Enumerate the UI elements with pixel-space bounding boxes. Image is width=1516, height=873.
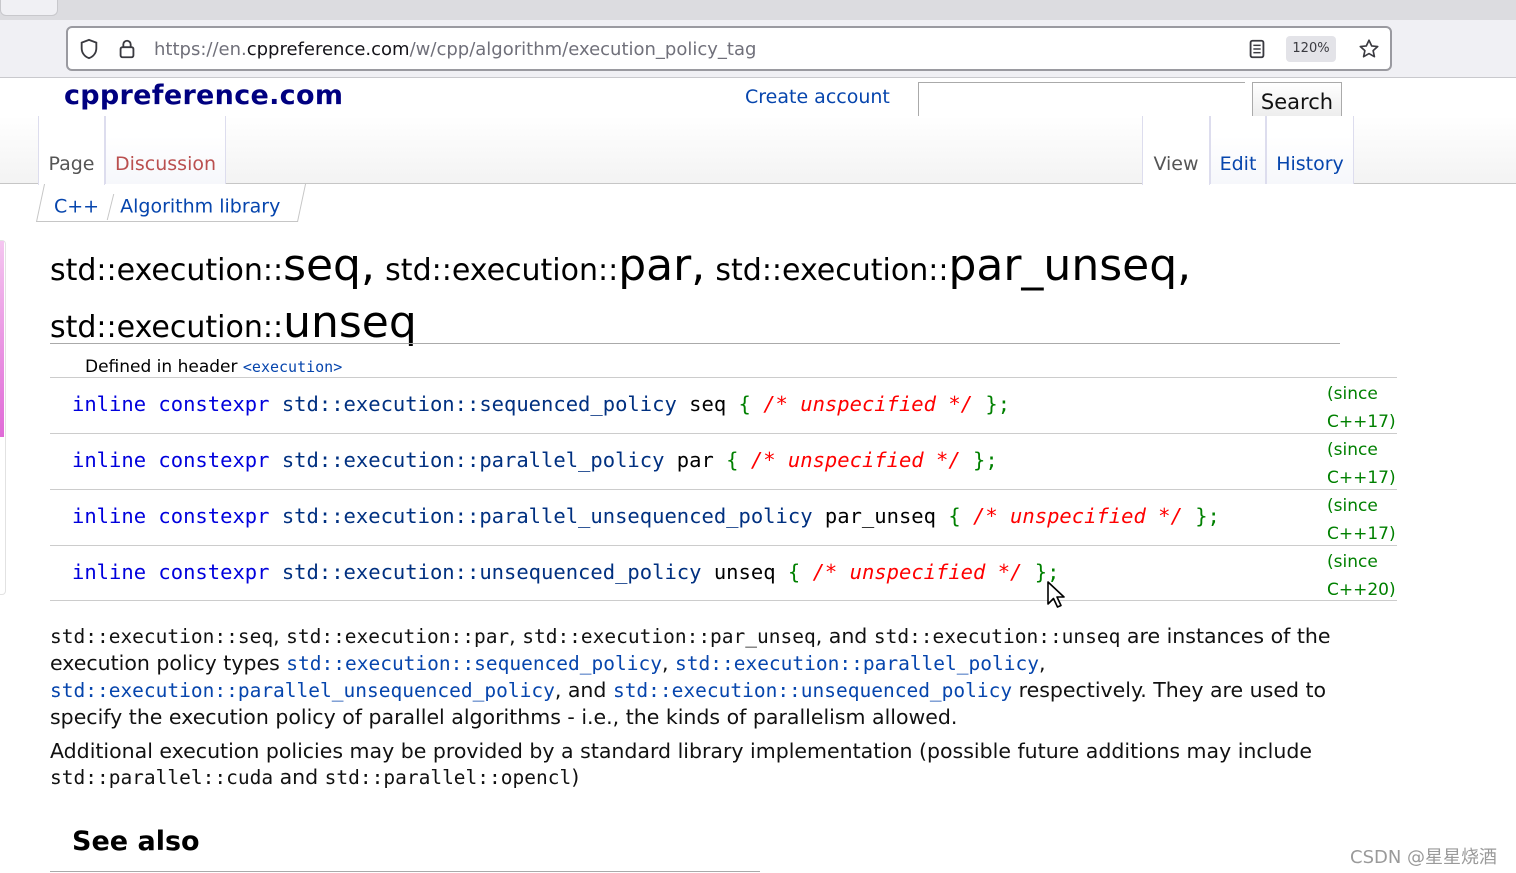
left-edge-strip	[0, 240, 6, 595]
breadcrumb-cpp[interactable]: C++	[54, 196, 99, 218]
site-logo[interactable]: cppreference.com	[64, 80, 343, 111]
additional-policies-paragraph: Additional execution policies may be pro…	[50, 739, 1312, 789]
since-marker: (since C++17)	[1327, 440, 1396, 488]
type-link[interactable]: std::execution::sequenced_policy	[282, 392, 677, 416]
breadcrumb: C++ Algorithm library	[54, 194, 280, 220]
browser-tab[interactable]	[0, 0, 58, 16]
url-text[interactable]: https://en.cppreference.com/w/cpp/algori…	[154, 39, 756, 60]
title-comma: ,	[691, 240, 706, 291]
breadcrumb-algorithm-library[interactable]: Algorithm library	[120, 196, 280, 218]
title-name: par_unseq	[948, 240, 1178, 291]
zoom-level-badge[interactable]: 120%	[1286, 36, 1336, 62]
since-marker: (since C++17)	[1327, 384, 1396, 432]
title-comma: ,	[1177, 240, 1192, 291]
declaration-code: inline constexpr std::execution::paralle…	[72, 504, 1220, 528]
declaration-code: inline constexpr std::execution::sequenc…	[72, 392, 1011, 416]
browser-toolbar: https://en.cppreference.com/w/cpp/algori…	[0, 20, 1516, 78]
since-marker: (since C++17)	[1327, 496, 1396, 544]
declarations-table: inline constexpr std::execution::sequenc…	[50, 377, 1397, 601]
address-bar[interactable]: https://en.cppreference.com/w/cpp/algori…	[66, 26, 1392, 71]
title-prefix: std::execution::	[50, 310, 284, 345]
left-edge-accent	[0, 241, 4, 437]
tab-discussion[interactable]: Discussion	[105, 116, 226, 184]
link-unsequenced-policy[interactable]: std::execution::unsequenced_policy	[613, 679, 1012, 702]
bookmark-star-icon[interactable]	[1358, 38, 1380, 60]
page-tab-bar: Page Discussion View Edit History	[0, 116, 1516, 185]
title-prefix: std::execution::	[385, 253, 619, 288]
tab-edit[interactable]: Edit	[1210, 116, 1266, 184]
lock-icon[interactable]	[116, 38, 138, 60]
header-link[interactable]: <execution>	[243, 358, 342, 376]
since-marker: (since C++20)	[1327, 552, 1396, 600]
declaration-row: inline constexpr std::execution::paralle…	[50, 433, 1397, 489]
watermark: CSDN @星星烧酒	[1350, 847, 1498, 868]
declaration-row: inline constexpr std::execution::unseque…	[50, 545, 1397, 601]
browser-tab-strip	[0, 0, 1516, 20]
type-link[interactable]: std::execution::parallel_unsequenced_pol…	[282, 504, 813, 528]
declaration-row: inline constexpr std::execution::sequenc…	[50, 377, 1397, 433]
link-sequenced-policy[interactable]: std::execution::sequenced_policy	[286, 652, 662, 675]
defined-in-label: Defined in header	[85, 357, 243, 377]
title-divider	[50, 343, 1340, 344]
tab-page[interactable]: Page	[38, 116, 105, 185]
declaration-code: inline constexpr std::execution::unseque…	[72, 560, 1060, 584]
mouse-cursor-icon	[1047, 581, 1065, 608]
title-prefix: std::execution::	[715, 253, 949, 288]
title-name: unseq	[283, 297, 417, 348]
declaration-row: inline constexpr std::execution::paralle…	[50, 489, 1397, 545]
declaration-code: inline constexpr std::execution::paralle…	[72, 448, 998, 472]
shield-icon[interactable]	[78, 38, 100, 60]
breadcrumb-separator	[106, 194, 115, 220]
defined-in-header: Defined in header <execution>	[85, 357, 342, 377]
title-prefix: std::execution::	[50, 253, 284, 288]
tab-history[interactable]: History	[1266, 116, 1354, 184]
description-paragraph: std::execution::seq, std::execution::par…	[50, 624, 1331, 729]
see-also-heading: See also	[72, 826, 200, 857]
search-button[interactable]: Search	[1252, 82, 1342, 118]
title-name: par	[618, 240, 692, 291]
title-name: seq	[283, 240, 361, 291]
page-title: std::execution::seq, std::execution::par…	[50, 240, 1250, 354]
link-parallel-policy[interactable]: std::execution::parallel_policy	[675, 652, 1039, 675]
reader-view-icon[interactable]	[1246, 38, 1268, 60]
type-link[interactable]: std::execution::parallel_policy	[282, 448, 665, 472]
title-comma: ,	[361, 240, 375, 291]
link-parallel-unsequenced-policy[interactable]: std::execution::parallel_unsequenced_pol…	[50, 679, 555, 702]
tab-view[interactable]: View	[1142, 116, 1210, 185]
see-also-divider	[50, 871, 760, 872]
create-account-link[interactable]: Create account	[745, 86, 890, 108]
type-link[interactable]: std::execution::unsequenced_policy	[282, 560, 702, 584]
